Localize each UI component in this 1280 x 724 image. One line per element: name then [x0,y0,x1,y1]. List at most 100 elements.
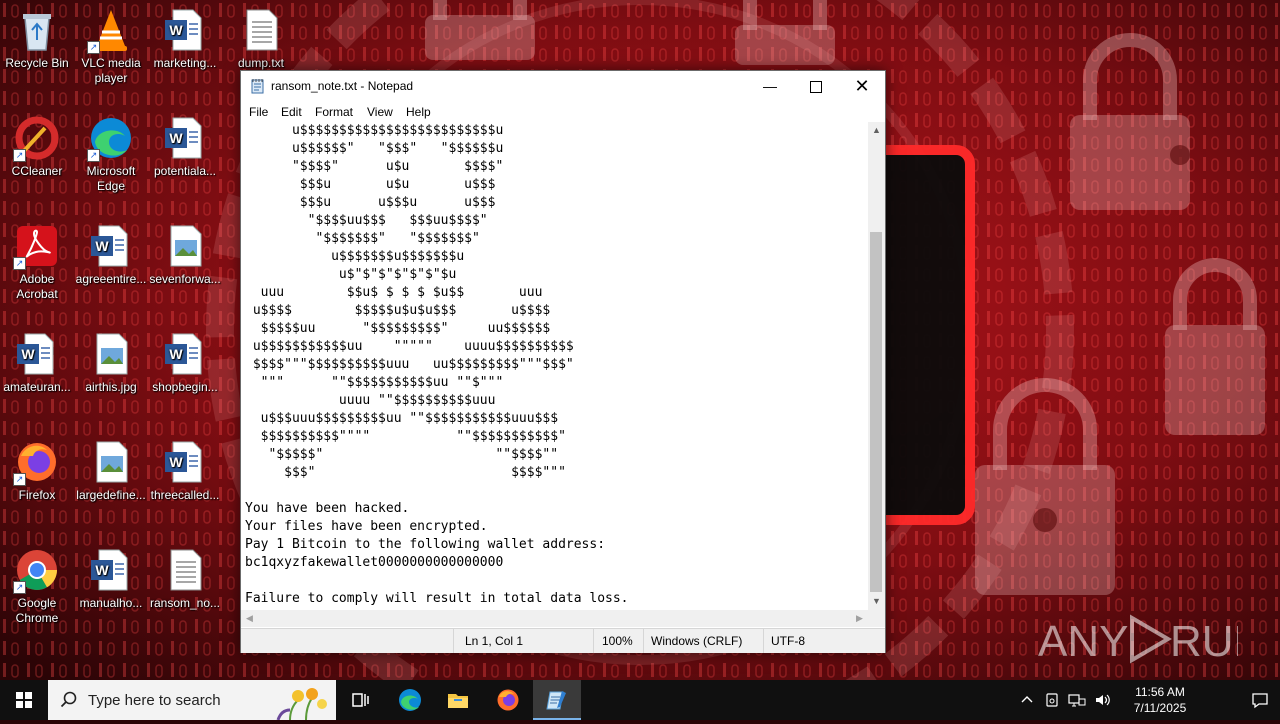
volume-icon[interactable] [1094,692,1112,708]
horizontal-scrollbar[interactable]: ◀ ▶ [241,610,868,627]
taskbar-firefox[interactable] [484,680,532,720]
desktop-icon-microsoft-edge[interactable]: ↗ Microsoft Edge [74,114,148,194]
status-bar: Ln 1, Col 1 100% Windows (CRLF) UTF-8 [241,628,885,653]
notepad-icon [546,691,566,710]
svg-text:W: W [169,130,183,146]
word-doc-icon: W [165,9,202,51]
edge-icon [399,689,421,711]
text-file-icon [246,9,278,51]
svg-text:W: W [95,238,109,254]
image-file-icon [96,333,128,375]
menu-bar: File Edit Format View Help [241,102,885,122]
clock-time: 11:56 AM [1135,685,1185,699]
menu-file[interactable]: File [249,105,268,119]
desktop-icon-amateuran[interactable]: W amateuran... [0,330,74,395]
shortcut-arrow-icon: ↗ [87,41,100,54]
taskbar-file-explorer[interactable] [434,680,482,720]
shortcut-arrow-icon: ↗ [13,581,26,594]
desktop-icon-marketing[interactable]: W marketing... [148,6,222,71]
search-icon [60,691,77,708]
desktop-icon-threecalled[interactable]: W threecalled... [148,438,222,503]
taskbar-search-box[interactable]: Type here to search [48,680,336,720]
text-file-icon [170,549,202,591]
desktop-icon-agreeentire[interactable]: W agreeentire... [74,222,148,287]
desktop-icon-adobe-acrobat[interactable]: ↗ Adobe Acrobat [0,222,74,302]
scroll-up-icon[interactable]: ▲ [868,122,885,139]
zoom-level: 100% [602,634,633,648]
menu-view[interactable]: View [367,105,393,119]
anyrun-watermark: ANY RUN [1038,608,1265,670]
scroll-down-icon[interactable]: ▼ [868,593,885,610]
notepad-window[interactable]: ransom_note.txt - Notepad — ✕ File Edit … [240,70,886,653]
title-bar[interactable]: ransom_note.txt - Notepad — ✕ [241,71,885,102]
notepad-app-icon [251,79,264,94]
taskbar-notepad-active[interactable] [533,680,581,720]
cursor-position: Ln 1, Col 1 [465,634,524,648]
svg-text:ANY: ANY [1038,617,1128,666]
word-doc-icon: W [17,333,54,375]
maximize-icon [810,81,822,94]
word-doc-icon: W [165,333,202,375]
desktop-icon-vlc[interactable]: ↗ VLC media player [74,6,148,86]
anyrun-logo-icon: ANY RUN [1038,614,1265,666]
desktop-icon-potentiala[interactable]: W potentiala... [148,114,222,179]
scroll-thumb[interactable] [870,232,882,592]
folder-icon [448,694,468,708]
document-text: u$$$$$$$$$$$$$$$$$$$$$$$$$u u$$$$$$" "$$… [245,123,629,606]
minimize-button[interactable]: — [747,71,793,102]
clock-date: 7/11/2025 [1133,701,1187,715]
word-doc-icon: W [165,441,202,483]
desktop-icon-firefox[interactable]: ↗ Firefox [0,438,74,503]
desktop-icon-google-chrome[interactable]: ↗ Google Chrome [0,546,74,626]
desktop-icon-largedefine[interactable]: largedefine... [74,438,148,503]
window-title: ransom_note.txt - Notepad [271,79,414,93]
menu-format[interactable]: Format [315,105,353,119]
menu-edit[interactable]: Edit [281,105,302,119]
desktop-icon-airthis[interactable]: airthis.jpg [74,330,148,395]
close-button[interactable]: ✕ [839,71,885,102]
desktop-icon-recycle-bin[interactable]: Recycle Bin [0,6,74,71]
search-placeholder: Type here to search [88,692,221,709]
line-endings: Windows (CRLF) [651,634,743,648]
taskbar-edge[interactable] [386,680,434,720]
task-view-button[interactable] [336,680,384,720]
desktop-icon-manualho[interactable]: W manualho... [74,546,148,611]
word-doc-icon: W [165,117,202,159]
shortcut-arrow-icon: ↗ [13,257,26,270]
desktop-icon-ccleaner[interactable]: ↗ CCleaner [0,114,74,179]
svg-text:W: W [169,346,183,362]
desktop-icon-sevenforwa[interactable]: sevenforwa... [148,222,222,287]
notification-icon [1252,693,1268,709]
recycle-bin-icon [23,14,51,51]
task-view-icon [352,693,369,707]
taskbar-clock[interactable]: 11:56 AM 7/11/2025 [1126,684,1194,716]
chevron-up-icon[interactable] [1020,693,1034,707]
svg-text:W: W [21,346,35,362]
text-editor[interactable]: u$$$$$$$$$$$$$$$$$$$$$$$$$u u$$$$$$" "$$… [245,122,869,610]
desktop-icon-ransom-note[interactable]: ransom_no... [148,546,222,611]
svg-text:W: W [95,562,109,578]
shortcut-arrow-icon: ↗ [13,473,26,486]
close-icon: ✕ [854,76,870,96]
scroll-left-icon[interactable]: ◀ [241,610,258,627]
shortcut-arrow-icon: ↗ [87,149,100,162]
windows-logo-icon [16,692,32,708]
desktop-icon-shopbegin[interactable]: W shopbegin... [148,330,222,395]
svg-text:RUN: RUN [1170,617,1238,666]
start-button[interactable] [0,680,48,720]
system-tray: 11:56 AM 7/11/2025 [1020,680,1240,720]
firefox-icon [497,689,519,711]
scrollbar-corner [868,610,885,627]
encoding: UTF-8 [771,634,805,648]
svg-text:W: W [169,454,183,470]
minimize-icon: — [763,78,777,94]
maximize-button[interactable] [793,71,839,102]
menu-help[interactable]: Help [406,105,431,119]
vertical-scrollbar[interactable]: ▲ ▼ [868,122,885,610]
device-icon[interactable] [1044,692,1060,708]
scroll-right-icon[interactable]: ▶ [851,610,868,627]
network-icon[interactable] [1068,692,1086,708]
image-file-icon [96,441,128,483]
notification-center-button[interactable] [1240,680,1280,720]
desktop-icon-dump-txt[interactable]: dump.txt [224,6,298,71]
